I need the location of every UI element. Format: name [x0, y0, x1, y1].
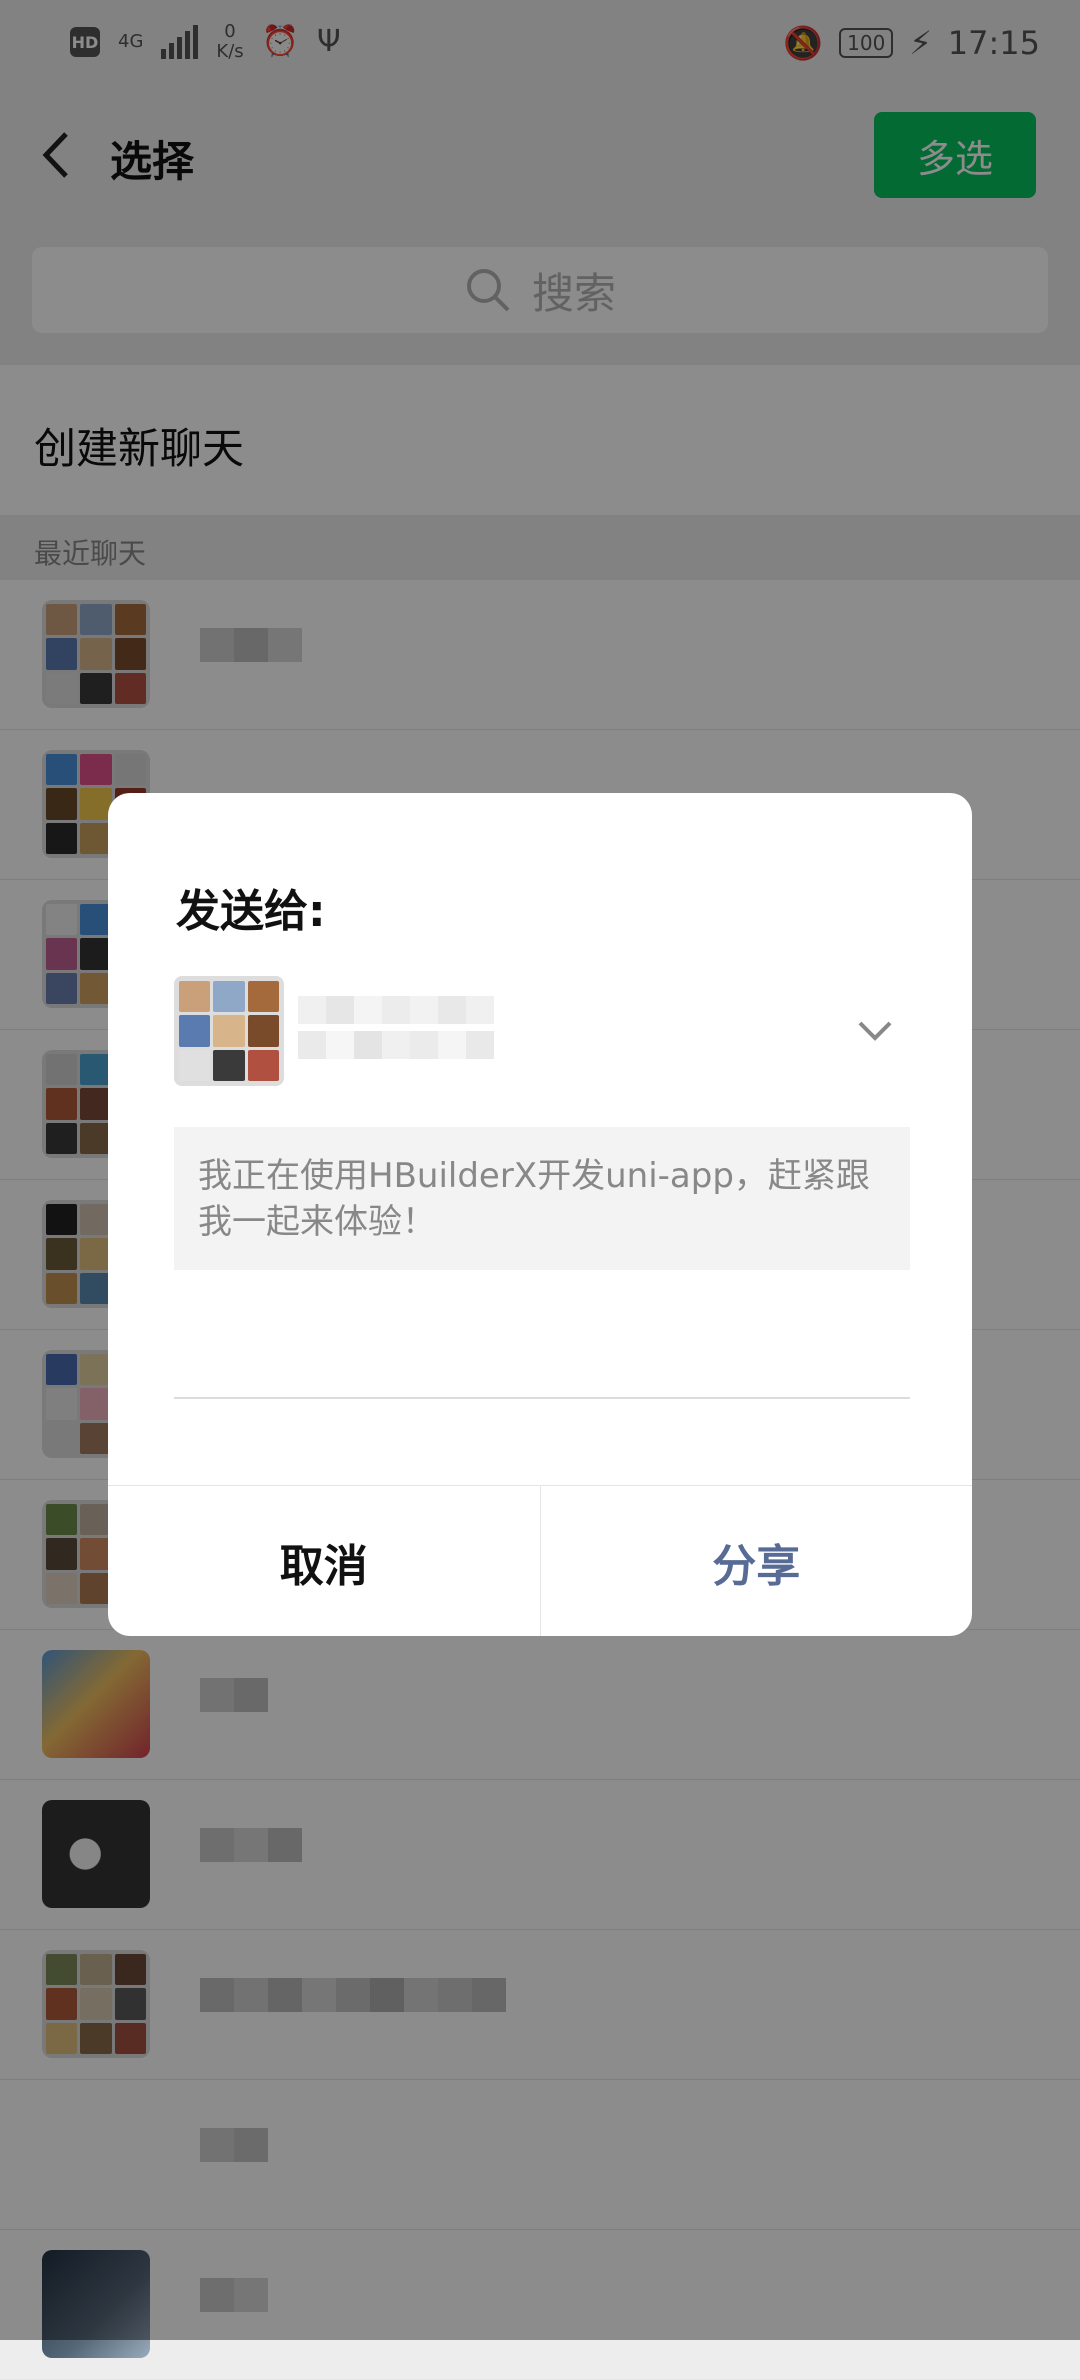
dialog-actions: 取消 分享	[108, 1485, 972, 1636]
chat-select-page: HD 4G 0 K/s ⏰ Ψ 🔕 100 ⚡ 17:15 选择 多选 搜索 创…	[0, 0, 1080, 2380]
dialog-title: 发送给:	[176, 886, 326, 937]
share-button[interactable]: 分享	[541, 1486, 973, 1636]
share-dialog: 发送给: 我正在使用HBuilderX开发uni-app，赶紧跟我一起来体验！ …	[108, 793, 972, 1636]
cancel-button[interactable]: 取消	[108, 1486, 541, 1636]
recipient-name-blurred	[298, 996, 498, 1066]
comment-input[interactable]	[174, 1397, 910, 1399]
recipient-row[interactable]	[174, 976, 910, 1086]
recipient-avatar	[174, 976, 284, 1086]
chevron-down-icon[interactable]	[850, 1006, 900, 1056]
share-message: 我正在使用HBuilderX开发uni-app，赶紧跟我一起来体验！	[174, 1127, 910, 1270]
